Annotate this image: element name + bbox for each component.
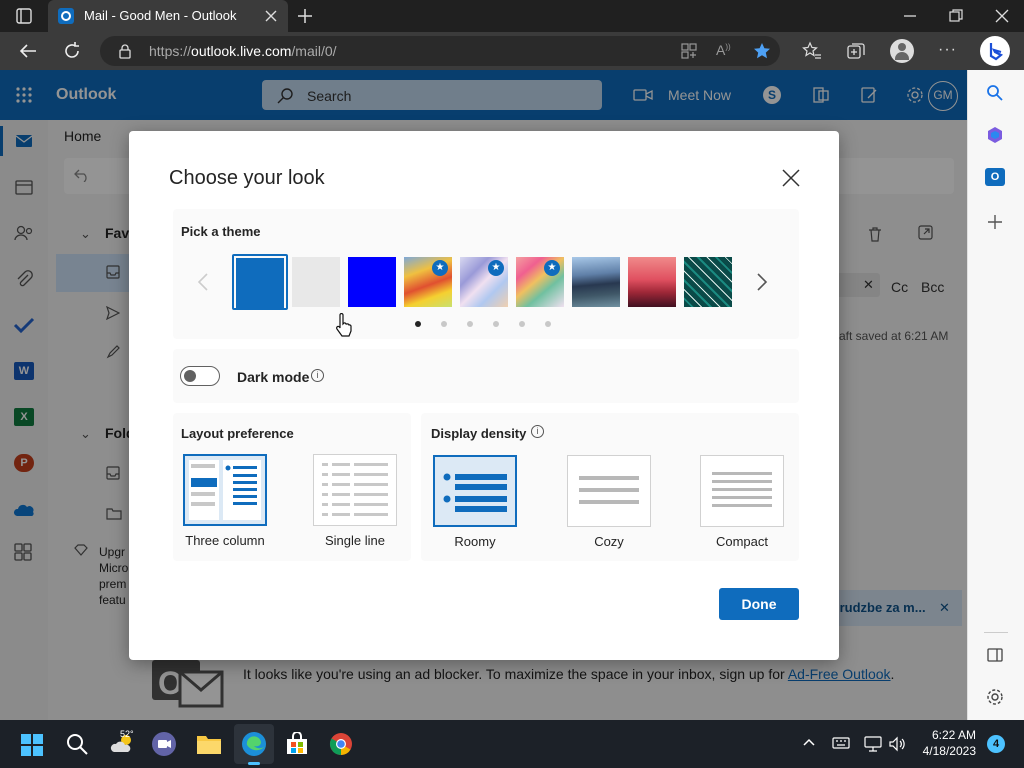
clock-date: 4/18/2023 <box>922 744 976 758</box>
tab-actions-icon[interactable] <box>16 8 32 24</box>
theme-swatch-light-gray[interactable] <box>292 257 340 307</box>
density-option-compact[interactable] <box>700 455 784 527</box>
tab-title: Mail - Good Men - Outlook <box>84 8 237 23</box>
density-option-roomy[interactable] <box>433 455 517 527</box>
density-option-cozy[interactable] <box>567 455 651 527</box>
layout-preference-label: Layout preference <box>181 426 294 441</box>
windows-start-icon[interactable] <box>20 733 44 757</box>
theme-swatch-sunset[interactable] <box>628 257 676 307</box>
url-host: outlook.live.com <box>191 43 292 59</box>
close-icon[interactable] <box>781 168 801 188</box>
info-icon[interactable]: i <box>531 425 544 438</box>
done-button[interactable]: Done <box>719 588 799 620</box>
sidebar-outlook-icon[interactable]: O <box>985 168 1005 186</box>
profile-icon[interactable] <box>890 39 914 63</box>
new-tab-icon[interactable] <box>296 7 314 25</box>
next-themes-icon[interactable] <box>756 272 768 292</box>
theme-page-dot-active[interactable] <box>415 321 421 327</box>
theme-page-dot[interactable] <box>467 321 473 327</box>
network-icon[interactable] <box>864 736 882 752</box>
choose-your-look-dialog: Choose your look Pick a theme ★ ★ ★ Dark… <box>129 131 839 660</box>
pick-theme-label: Pick a theme <box>181 224 261 239</box>
hide-sidebar-icon[interactable] <box>987 647 1003 663</box>
file-explorer-icon[interactable] <box>196 733 222 755</box>
dark-mode-label: Dark mode <box>237 369 310 385</box>
outlook-favicon-icon <box>58 8 74 24</box>
chrome-icon[interactable] <box>329 732 353 756</box>
url-text[interactable]: https://outlook.live.com/mail/0/ <box>149 43 337 59</box>
layout-option-three-column[interactable] <box>183 454 267 526</box>
theme-page-dot[interactable] <box>441 321 447 327</box>
taskbar-clock[interactable]: 6:22 AM 4/18/2023 <box>912 727 976 759</box>
theme-page-dot[interactable] <box>519 321 525 327</box>
dialog-title: Choose your look <box>169 167 325 189</box>
restore-icon[interactable] <box>948 8 964 24</box>
display-density-label: Display density <box>431 426 527 441</box>
weather-temp: 52° <box>120 729 134 739</box>
url-path: /mail/0/ <box>291 43 337 59</box>
premium-star-icon: ★ <box>544 260 560 276</box>
theme-swatch-bright-blue[interactable] <box>348 257 396 307</box>
collections-icon[interactable] <box>846 41 866 61</box>
url-prefix: https:// <box>149 43 192 59</box>
more-menu-icon[interactable]: ··· <box>938 41 957 59</box>
theme-page-dot[interactable] <box>545 321 551 327</box>
density-compact-label[interactable]: Compact <box>687 534 797 549</box>
refresh-icon[interactable] <box>62 41 82 61</box>
volume-icon[interactable] <box>888 736 908 752</box>
close-window-icon[interactable] <box>994 8 1010 24</box>
minimize-icon[interactable] <box>902 8 918 24</box>
copilot-icon[interactable] <box>986 126 1004 144</box>
density-cozy-label[interactable]: Cozy <box>554 534 664 549</box>
read-aloud-icon[interactable]: A)) <box>716 42 731 58</box>
theme-swatch-circuit[interactable] <box>684 257 732 307</box>
favorite-star-icon[interactable] <box>752 41 772 61</box>
keyboard-icon[interactable] <box>832 737 850 749</box>
info-icon[interactable]: i <box>311 369 324 382</box>
active-app-indicator <box>248 762 260 765</box>
layout-option-single-line[interactable] <box>313 454 397 526</box>
layout-three-column-label[interactable]: Three column <box>170 533 280 548</box>
previous-themes-icon[interactable] <box>197 272 209 292</box>
favorites-icon[interactable] <box>802 41 822 61</box>
close-tab-icon[interactable] <box>263 8 279 24</box>
taskbar-search-icon[interactable] <box>66 733 88 755</box>
edge-icon <box>241 731 267 757</box>
density-roomy-label[interactable]: Roomy <box>420 534 530 549</box>
teams-chat-icon[interactable] <box>152 732 176 756</box>
dark-mode-toggle[interactable] <box>180 366 220 386</box>
theme-swatch-ocean[interactable] <box>572 257 620 307</box>
clock-time: 6:22 AM <box>931 728 976 742</box>
hand-cursor-icon <box>335 313 353 337</box>
premium-star-icon: ★ <box>432 260 448 276</box>
store-icon[interactable] <box>285 732 309 756</box>
theme-swatch-blue[interactable] <box>236 258 284 308</box>
back-icon[interactable] <box>18 42 38 60</box>
notification-badge[interactable]: 4 <box>987 735 1005 753</box>
layout-single-line-label[interactable]: Single line <box>300 533 410 548</box>
premium-star-icon: ★ <box>488 260 504 276</box>
sidebar-settings-icon[interactable] <box>986 688 1004 706</box>
theme-page-dot[interactable] <box>493 321 499 327</box>
lock-icon[interactable] <box>117 43 133 59</box>
sidebar-divider <box>984 632 1008 633</box>
app-available-icon[interactable] <box>680 42 698 60</box>
sidebar-search-icon[interactable] <box>986 84 1004 102</box>
bing-chat-icon[interactable] <box>980 36 1010 66</box>
show-hidden-icons-icon[interactable] <box>802 737 816 747</box>
toggle-knob <box>184 370 196 382</box>
sidebar-add-icon[interactable] <box>987 214 1003 230</box>
